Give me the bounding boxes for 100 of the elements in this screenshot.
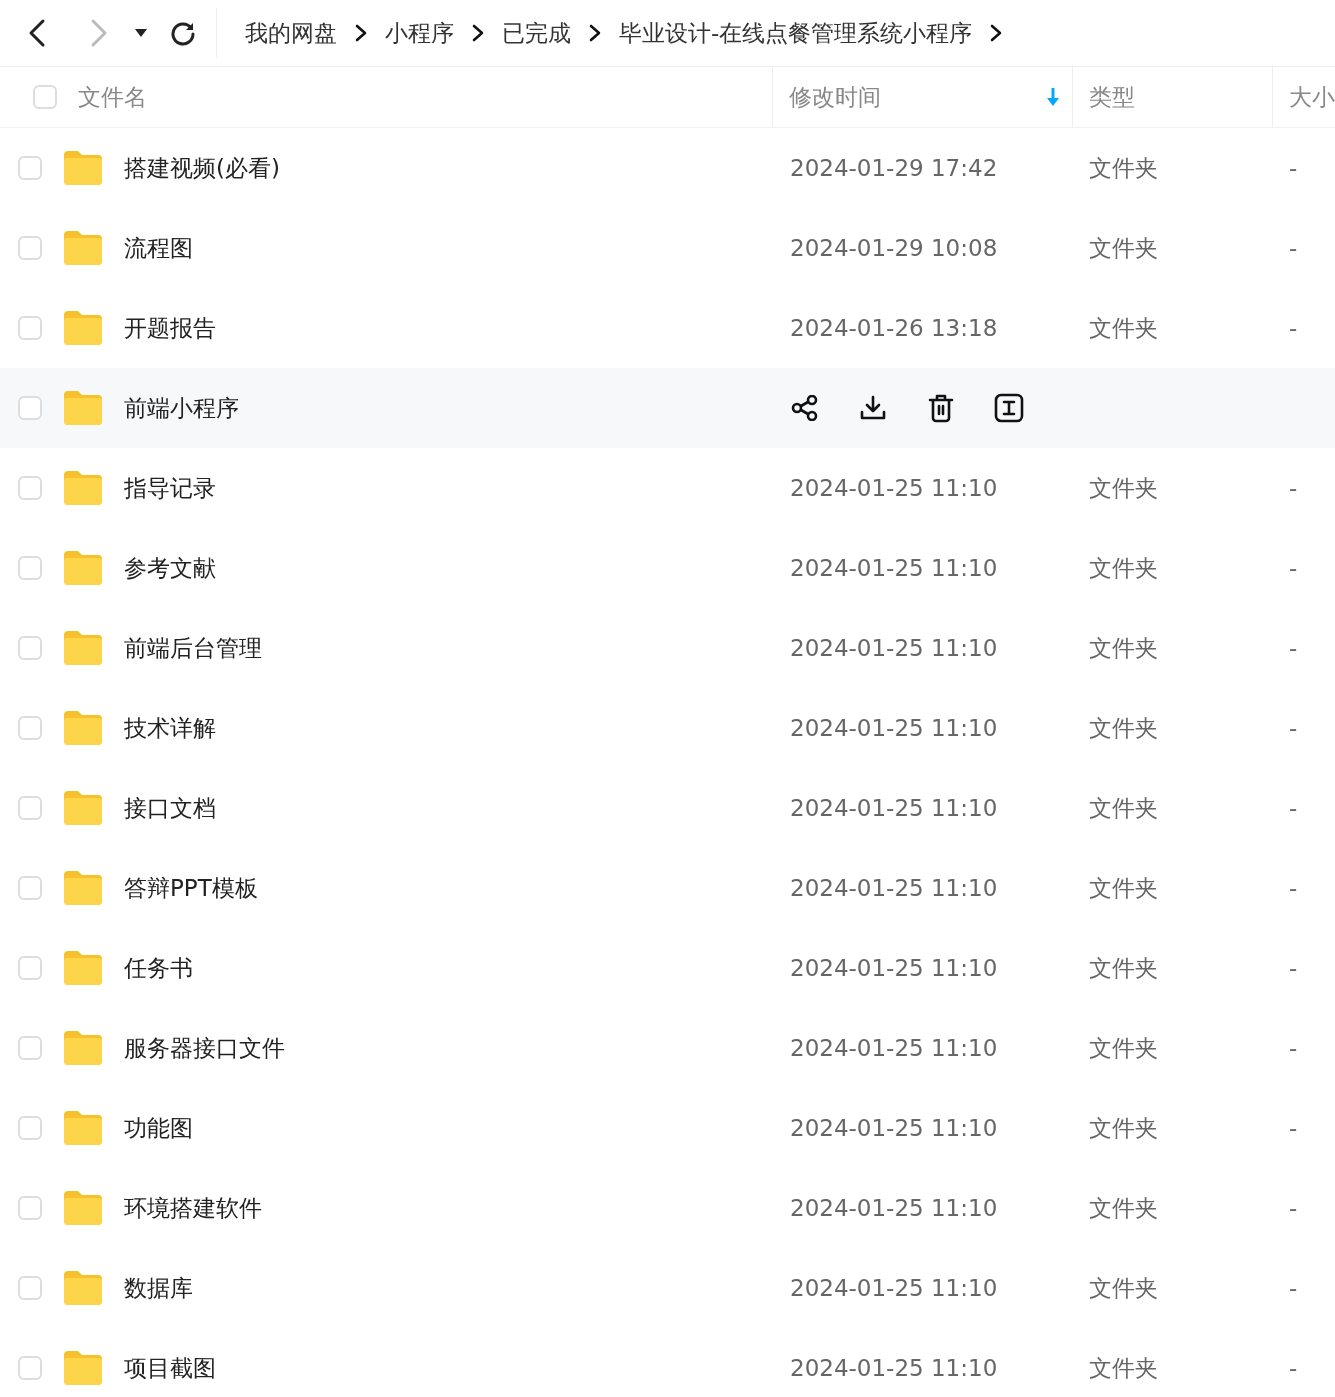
folder-icon (62, 1029, 104, 1067)
folder-name[interactable]: 项目截图 (124, 1352, 216, 1384)
folder-name[interactable]: 流程图 (124, 232, 193, 264)
file-type: 文件夹 (1089, 473, 1158, 503)
modified-time: 2024-01-29 17:42 (790, 155, 998, 181)
file-type: 文件夹 (1089, 1033, 1158, 1063)
file-size: - (1289, 635, 1298, 661)
modified-time: 2024-01-29 10:08 (790, 235, 998, 261)
folder-name[interactable]: 开题报告 (124, 312, 216, 344)
chevron-icon (355, 24, 367, 42)
row-checkbox[interactable] (18, 636, 42, 660)
file-size: - (1289, 955, 1298, 981)
folder-name[interactable]: 参考文献 (124, 552, 216, 584)
file-type: 文件夹 (1089, 1113, 1158, 1143)
row-checkbox[interactable] (18, 156, 42, 180)
folder-icon (62, 549, 104, 587)
file-size: - (1289, 155, 1298, 181)
row-checkbox[interactable] (18, 716, 42, 740)
row-checkbox[interactable] (18, 476, 42, 500)
file-type: 文件夹 (1089, 233, 1158, 263)
folder-name[interactable]: 搭建视频(必看) (124, 152, 280, 184)
folder-icon (62, 309, 104, 347)
folder-name[interactable]: 环境搭建软件 (124, 1192, 262, 1224)
file-size: - (1289, 1355, 1298, 1381)
folder-icon (62, 469, 104, 507)
folder-icon (62, 709, 104, 747)
modified-time: 2024-01-25 11:10 (790, 715, 998, 741)
folder-name[interactable]: 答辩PPT模板 (124, 872, 258, 904)
column-header[interactable]: 类型 (1089, 81, 1135, 113)
folder-icon (62, 1349, 104, 1387)
row-checkbox[interactable] (18, 556, 42, 580)
row-checkbox[interactable] (18, 1356, 42, 1380)
file-row[interactable]: 前端小程序 (0, 368, 1335, 448)
sort-arrow-icon[interactable] (1046, 87, 1060, 107)
file-type: 文件夹 (1089, 633, 1158, 663)
file-type: 文件夹 (1089, 1353, 1158, 1383)
file-type: 文件夹 (1089, 713, 1158, 743)
folder-name[interactable]: 技术详解 (124, 712, 216, 744)
modified-time: 2024-01-25 11:10 (790, 635, 998, 661)
trash-icon (928, 393, 954, 423)
folder-icon (62, 149, 104, 187)
download-icon (860, 395, 886, 421)
chevron-icon (472, 24, 484, 42)
row-checkbox[interactable] (18, 236, 42, 260)
select-all-checkbox[interactable] (33, 85, 57, 109)
row-checkbox[interactable] (18, 1116, 42, 1140)
file-type: 文件夹 (1089, 953, 1158, 983)
file-size: - (1289, 235, 1298, 261)
breadcrumb-link[interactable]: 小程序 (385, 17, 454, 49)
breadcrumb-link[interactable]: 已完成 (502, 17, 571, 49)
row-checkbox[interactable] (18, 876, 42, 900)
folder-icon (62, 629, 104, 667)
column-header[interactable]: 大小 (1289, 81, 1335, 113)
file-type: 文件夹 (1089, 873, 1158, 903)
folder-name[interactable]: 数据库 (124, 1272, 193, 1304)
file-size: - (1289, 1275, 1298, 1301)
file-size: - (1289, 715, 1298, 741)
modified-time: 2024-01-25 11:10 (790, 1275, 998, 1301)
folder-icon (62, 1109, 104, 1147)
folder-name[interactable]: 服务器接口文件 (124, 1032, 285, 1064)
folder-icon (62, 389, 104, 427)
modified-time: 2024-01-25 11:10 (790, 555, 998, 581)
row-checkbox[interactable] (18, 956, 42, 980)
row-checkbox[interactable] (18, 396, 42, 420)
chevron-icon (589, 24, 601, 42)
file-size: - (1289, 475, 1298, 501)
file-size: - (1289, 1195, 1298, 1221)
column-header[interactable]: 修改时间 (789, 81, 881, 113)
row-checkbox[interactable] (18, 1276, 42, 1300)
folder-icon (62, 1269, 104, 1307)
folder-name[interactable]: 功能图 (124, 1112, 193, 1144)
folder-name[interactable]: 指导记录 (124, 472, 216, 504)
file-type: 文件夹 (1089, 313, 1158, 343)
folder-name[interactable]: 前端小程序 (124, 392, 239, 424)
row-checkbox[interactable] (18, 796, 42, 820)
breadcrumb-link[interactable]: 我的网盘 (245, 17, 337, 49)
modified-time: 2024-01-25 11:10 (790, 1355, 998, 1381)
folder-name[interactable]: 前端后台管理 (124, 632, 262, 664)
share-icon (791, 395, 819, 421)
column-header[interactable]: 文件名 (78, 81, 147, 113)
file-size: - (1289, 1115, 1298, 1141)
row-checkbox[interactable] (18, 1196, 42, 1220)
share-button[interactable] (790, 393, 820, 423)
row-checkbox[interactable] (18, 316, 42, 340)
file-size: - (1289, 795, 1298, 821)
modified-time: 2024-01-25 11:10 (790, 875, 998, 901)
modified-time: 2024-01-25 11:10 (790, 795, 998, 821)
folder-icon (62, 789, 104, 827)
delete-button[interactable] (926, 393, 956, 423)
file-size: - (1289, 555, 1298, 581)
folder-name[interactable]: 任务书 (124, 952, 193, 984)
breadcrumb-link[interactable]: 毕业设计-在线点餐管理系统小程序 (619, 17, 973, 49)
file-size: - (1289, 315, 1298, 341)
folder-icon (62, 1189, 104, 1227)
row-checkbox[interactable] (18, 1036, 42, 1060)
folder-name[interactable]: 接口文档 (124, 792, 216, 824)
rename-button[interactable] (994, 393, 1024, 423)
chevron-icon (990, 24, 1003, 42)
refresh-icon (170, 20, 196, 46)
file-size: - (1289, 875, 1298, 901)
